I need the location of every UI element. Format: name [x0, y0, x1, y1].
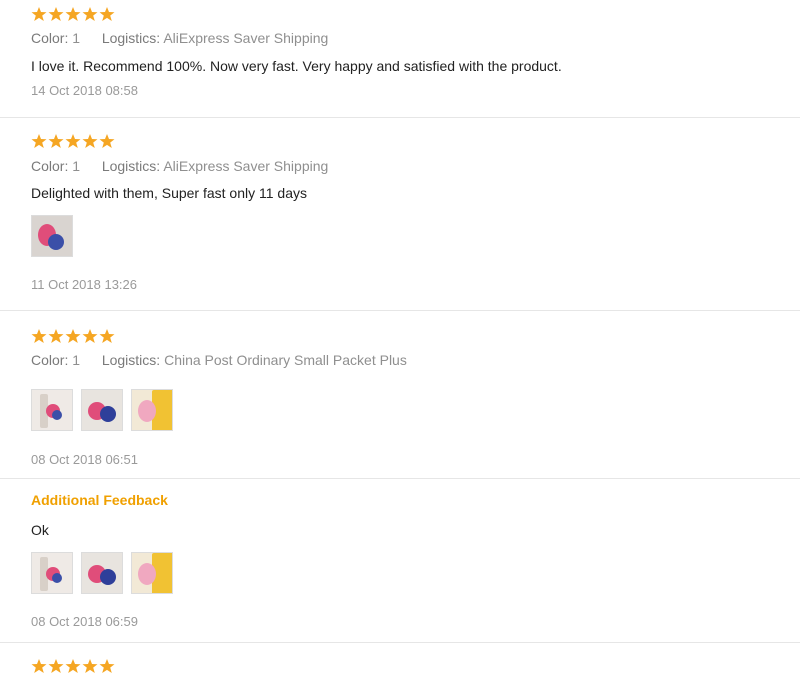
review-item: Color: 1 Logistics: China Post Ordinary …: [0, 310, 800, 643]
review-photos: [31, 215, 73, 257]
review-text: Delighted with them, Super fast only 11 …: [31, 185, 308, 201]
star-rating: [31, 328, 115, 344]
logistics-label: Logistics:: [101, 30, 161, 46]
star-rating: [31, 658, 115, 674]
review-photos: [31, 389, 173, 431]
additional-feedback-date: 08 Oct 2018 06:59: [31, 614, 138, 629]
color-label: Color:: [31, 30, 69, 46]
star-icon: [31, 658, 47, 674]
star-icon: [65, 6, 81, 22]
star-icon: [99, 133, 115, 149]
star-icon: [82, 328, 98, 344]
review-photo-thumbnail[interactable]: [31, 552, 73, 594]
review-meta: Color: 1 Logistics: AliExpress Saver Shi…: [31, 158, 328, 174]
star-icon: [99, 328, 115, 344]
star-icon: [48, 328, 64, 344]
review-photo-thumbnail[interactable]: [31, 389, 73, 431]
star-icon: [65, 658, 81, 674]
star-icon: [82, 6, 98, 22]
star-icon: [31, 6, 47, 22]
review-date: 11 Oct 2018 13:26: [31, 277, 138, 292]
star-icon: [99, 6, 115, 22]
logistics-label: Logistics:: [101, 158, 161, 174]
review-photo-thumbnail[interactable]: [81, 389, 123, 431]
color-value: 1: [72, 158, 81, 174]
star-icon: [31, 328, 47, 344]
star-icon: [48, 658, 64, 674]
star-icon: [31, 133, 47, 149]
logistics-value: AliExpress Saver Shipping: [163, 30, 329, 46]
star-icon: [65, 133, 81, 149]
review-date: 08 Oct 2018 06:51: [31, 452, 138, 467]
star-rating: [31, 6, 115, 22]
review-item: [0, 642, 800, 674]
logistics-label: Logistics:: [101, 352, 161, 368]
review-item: Color: 1 Logistics: AliExpress Saver Shi…: [0, 0, 800, 118]
review-photo-thumbnail[interactable]: [131, 552, 173, 594]
color-label: Color:: [31, 158, 69, 174]
review-photo-thumbnail[interactable]: [31, 215, 73, 257]
star-icon: [65, 328, 81, 344]
additional-feedback-divider: [0, 478, 800, 479]
star-rating: [31, 133, 115, 149]
review-date: 14 Oct 2018 08:58: [31, 83, 138, 98]
additional-feedback-photos: [31, 552, 173, 594]
review-photo-thumbnail[interactable]: [131, 389, 173, 431]
star-icon: [48, 133, 64, 149]
color-value: 1: [72, 30, 81, 46]
color-value: 1: [72, 352, 81, 368]
logistics-value: China Post Ordinary Small Packet Plus: [164, 352, 407, 368]
star-icon: [82, 133, 98, 149]
star-icon: [48, 6, 64, 22]
additional-feedback-label: Additional Feedback: [31, 492, 168, 508]
logistics-value: AliExpress Saver Shipping: [163, 158, 329, 174]
star-icon: [99, 658, 115, 674]
color-label: Color:: [31, 352, 69, 368]
star-icon: [82, 658, 98, 674]
additional-feedback-text: Ok: [31, 522, 49, 538]
review-text: I love it. Recommend 100%. Now very fast…: [31, 58, 562, 74]
review-photo-thumbnail[interactable]: [81, 552, 123, 594]
review-item: Color: 1 Logistics: AliExpress Saver Shi…: [0, 117, 800, 311]
review-meta: Color: 1 Logistics: AliExpress Saver Shi…: [31, 30, 328, 46]
review-meta: Color: 1 Logistics: China Post Ordinary …: [31, 352, 407, 368]
